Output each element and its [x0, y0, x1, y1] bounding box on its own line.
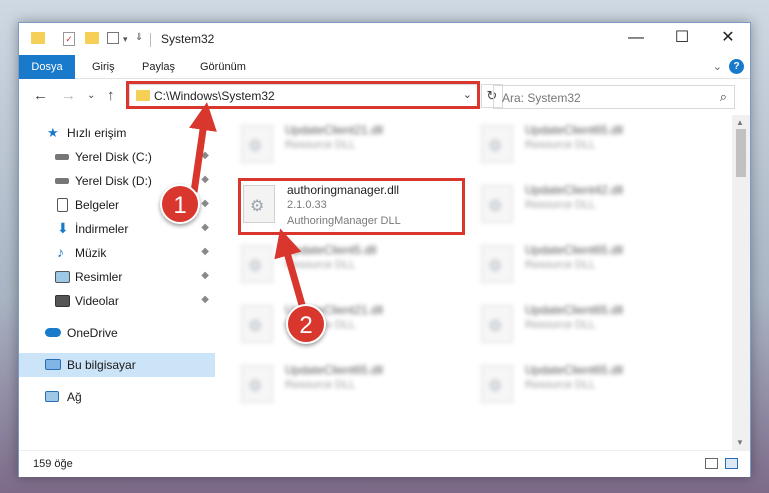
step-1-badge: 1	[160, 184, 200, 224]
step-2-badge: 2	[286, 304, 326, 344]
arrow-to-address-bar	[189, 102, 217, 193]
arrow-to-file	[274, 228, 308, 313]
annotation-arrows	[189, 102, 308, 313]
